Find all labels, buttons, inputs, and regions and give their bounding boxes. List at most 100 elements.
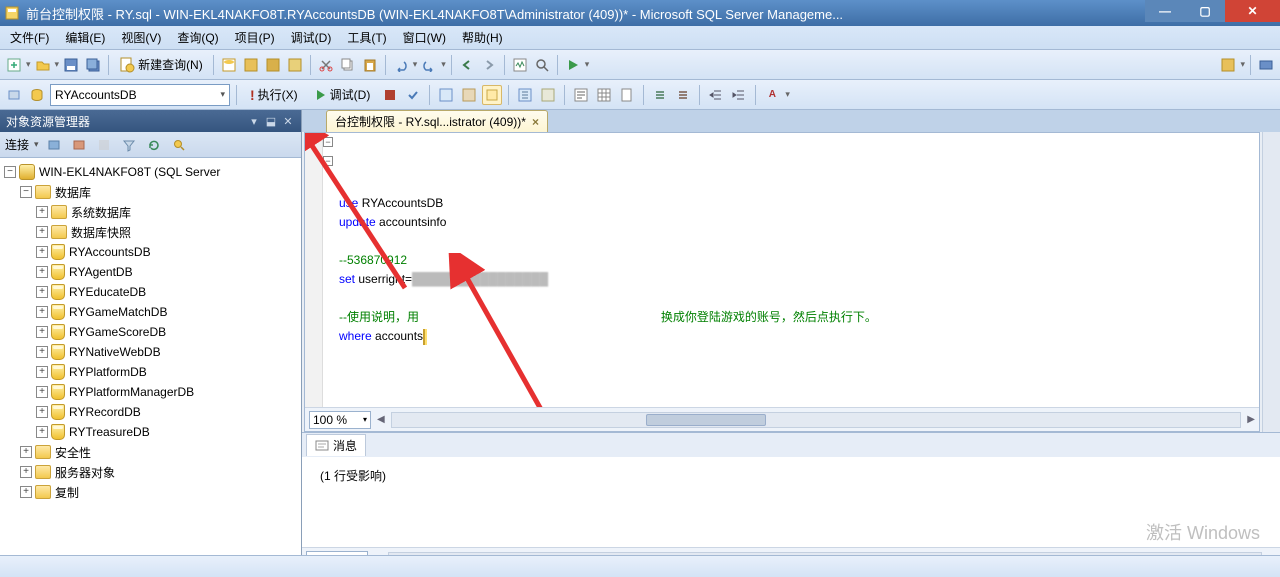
tree-serverobj[interactable]: +服务器对象	[2, 462, 299, 482]
tree-server[interactable]: −WIN-EKL4NAKFO8T (SQL Server	[2, 162, 299, 182]
vertical-scrollbar[interactable]	[1262, 132, 1280, 432]
execute-button[interactable]: ! 执行(X)	[243, 83, 305, 106]
results-text-icon[interactable]	[571, 85, 591, 105]
paste-icon[interactable]	[360, 55, 380, 75]
menu-file[interactable]: 文件(F)	[4, 27, 55, 48]
outdent-icon[interactable]	[729, 85, 749, 105]
tree-db[interactable]: +RYPlatformManagerDB	[2, 382, 299, 402]
tree-replication[interactable]: +复制	[2, 482, 299, 502]
client-stats-icon[interactable]	[538, 85, 558, 105]
debug-button[interactable]: 调试(D)	[308, 83, 378, 106]
close-button[interactable]: ✕	[1225, 0, 1280, 22]
actual-plan-icon[interactable]	[515, 85, 535, 105]
connect-label[interactable]: 连接	[5, 136, 29, 153]
explorer-tree[interactable]: −WIN-EKL4NAKFO8T (SQL Server −数据库 +系统数据库…	[0, 158, 301, 555]
menu-window[interactable]: 窗口(W)	[397, 27, 452, 48]
disconnect-icon[interactable]	[69, 135, 89, 155]
tab-close-icon[interactable]: ×	[532, 115, 539, 129]
results-grid-icon[interactable]	[594, 85, 614, 105]
tree-db[interactable]: +RYAccountsDB	[2, 242, 299, 262]
zoom-bar: 100 %▾ ◀ ▶	[305, 407, 1259, 431]
folder-icon	[51, 205, 67, 219]
comment-icon[interactable]	[650, 85, 670, 105]
dropdown-icon[interactable]: ▾	[247, 114, 261, 128]
db-engine-query-icon[interactable]	[219, 55, 239, 75]
menu-tools[interactable]: 工具(T)	[341, 27, 392, 48]
window-title: 前台控制权限 - RY.sql - WIN-EKL4NAKFO8T.RYAcco…	[26, 4, 1276, 23]
menu-debug[interactable]: 调试(D)	[285, 27, 338, 48]
gutter	[305, 133, 323, 407]
messages-tab[interactable]: 消息	[306, 434, 366, 456]
redo-icon[interactable]	[419, 55, 439, 75]
scroll-right-icon[interactable]: ▶	[1247, 414, 1255, 425]
save-icon[interactable]	[61, 55, 81, 75]
menu-help[interactable]: 帮助(H)	[456, 27, 509, 48]
uncomment-icon[interactable]	[673, 85, 693, 105]
search-icon[interactable]	[169, 135, 189, 155]
minimize-button[interactable]: —	[1145, 0, 1185, 22]
nav-back-icon[interactable]	[457, 55, 477, 75]
menu-project[interactable]: 项目(P)	[229, 27, 281, 48]
tree-db[interactable]: +RYAgentDB	[2, 262, 299, 282]
menu-query[interactable]: 查询(Q)	[171, 27, 224, 48]
tab-active[interactable]: 台控制权限 - RY.sql...istrator (409))* ×	[326, 110, 548, 132]
available-db-icon[interactable]	[27, 85, 47, 105]
database-select[interactable]: RYAccountsDB ▾	[50, 84, 230, 106]
tree-db[interactable]: +RYNativeWebDB	[2, 342, 299, 362]
tree-db[interactable]: +RYTreasureDB	[2, 422, 299, 442]
tree-db[interactable]: +RYPlatformDB	[2, 362, 299, 382]
horizontal-scrollbar[interactable]	[388, 552, 1263, 556]
horizontal-scrollbar[interactable]	[391, 412, 1242, 428]
tree-snapshot[interactable]: +数据库快照	[2, 222, 299, 242]
scroll-left-icon[interactable]: ◀	[377, 414, 385, 425]
code-editor[interactable]: −− use RYAccountsDB update accountsinfo …	[304, 132, 1260, 432]
cut-icon[interactable]	[316, 55, 336, 75]
analysis-icon[interactable]	[241, 55, 261, 75]
stop-icon[interactable]	[380, 85, 400, 105]
activity-icon[interactable]	[510, 55, 530, 75]
zoom-select[interactable]: 100 %▾	[309, 411, 371, 429]
connect-icon[interactable]	[44, 135, 64, 155]
open-icon[interactable]	[33, 55, 53, 75]
copy-icon[interactable]	[338, 55, 358, 75]
new-project-icon[interactable]	[4, 55, 24, 75]
tree-security[interactable]: +安全性	[2, 442, 299, 462]
change-connection-icon[interactable]	[4, 85, 24, 105]
tree-databases[interactable]: −数据库	[2, 182, 299, 202]
xmla-icon[interactable]	[285, 55, 305, 75]
save-all-icon[interactable]	[83, 55, 103, 75]
tree-db[interactable]: +RYGameScoreDB	[2, 322, 299, 342]
close-pane-icon[interactable]: ✕	[281, 114, 295, 128]
refresh-icon[interactable]	[144, 135, 164, 155]
indent-icon[interactable]	[706, 85, 726, 105]
tree-sysdb[interactable]: +系统数据库	[2, 202, 299, 222]
tab-label: 台控制权限 - RY.sql...istrator (409))*	[335, 113, 526, 130]
maximize-button[interactable]: ▢	[1185, 0, 1225, 22]
menu-view[interactable]: 视图(V)	[115, 27, 167, 48]
undo-icon[interactable]	[391, 55, 411, 75]
intellisense-icon[interactable]	[482, 85, 502, 105]
mdx-icon[interactable]	[263, 55, 283, 75]
start-debug-icon[interactable]	[563, 55, 583, 75]
query-options-icon[interactable]	[459, 85, 479, 105]
specify-values-icon[interactable]: A	[762, 85, 782, 105]
parse-icon[interactable]	[403, 85, 423, 105]
registered-servers-icon[interactable]	[1256, 55, 1276, 75]
nav-fwd-icon[interactable]	[479, 55, 499, 75]
menu-edit[interactable]: 编辑(E)	[59, 27, 111, 48]
tree-db[interactable]: +RYRecordDB	[2, 402, 299, 422]
pin-icon[interactable]: ⬓	[264, 114, 278, 128]
tree-db[interactable]: +RYEducateDB	[2, 282, 299, 302]
folder-icon	[35, 445, 51, 459]
find-icon[interactable]	[532, 55, 552, 75]
filter-icon[interactable]	[119, 135, 139, 155]
menubar: 文件(F) 编辑(E) 视图(V) 查询(Q) 项目(P) 调试(D) 工具(T…	[0, 26, 1280, 50]
chevron-down-icon: ▾	[220, 89, 225, 100]
tree-db[interactable]: +RYGameMatchDB	[2, 302, 299, 322]
options-icon[interactable]	[1218, 55, 1238, 75]
new-query-button[interactable]: 新建查询(N)	[114, 54, 208, 75]
folder-icon	[51, 225, 67, 239]
results-file-icon[interactable]	[617, 85, 637, 105]
estimated-plan-icon[interactable]	[436, 85, 456, 105]
explorer-toolbar: 连接▾	[0, 132, 301, 158]
